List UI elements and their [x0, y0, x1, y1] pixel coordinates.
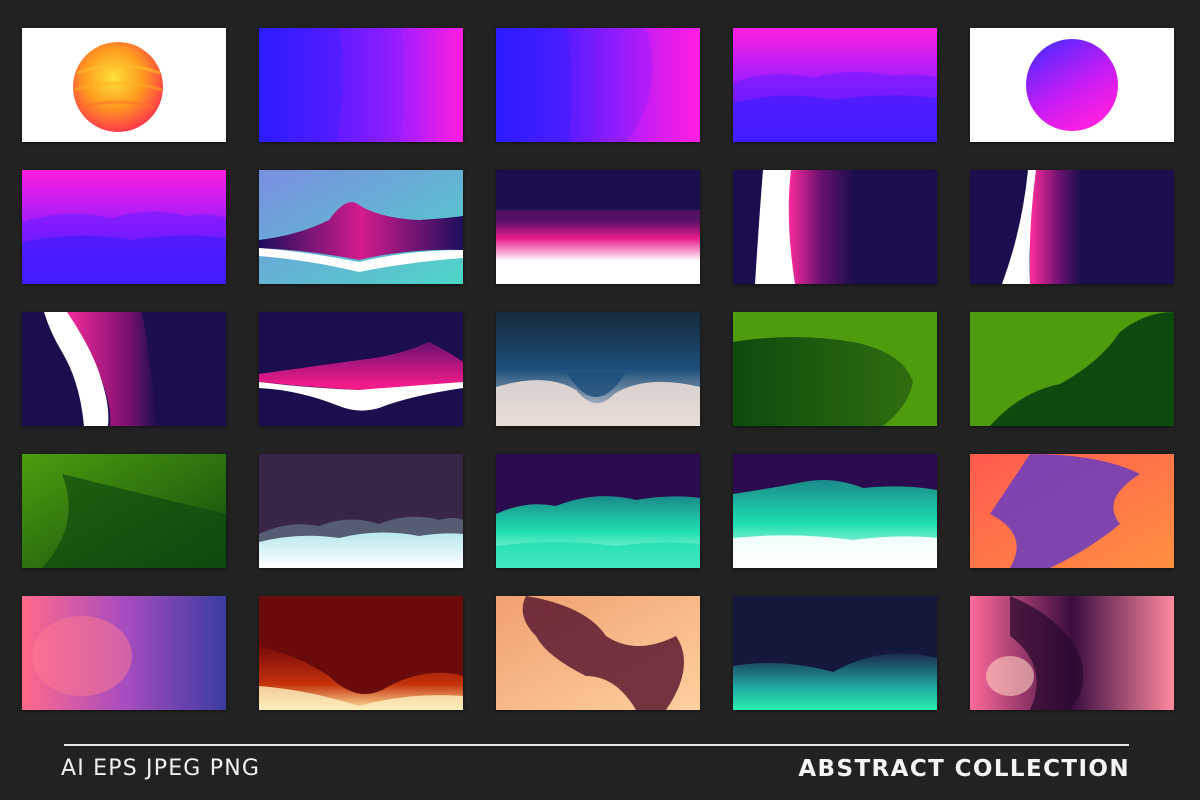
- thumbnail-131-02-image: [733, 454, 937, 568]
- thumbnail-121[interactable]: 121: [496, 28, 700, 142]
- thumbnail-131-02[interactable]: 131_02: [733, 454, 937, 568]
- thumbnail-131-01-image: [496, 454, 700, 568]
- thumbnail-grid: 119 120: [22, 28, 1174, 710]
- thumbnail-135-image: [496, 596, 700, 710]
- thumbnail-126-02-image: [733, 170, 937, 284]
- thumbnail-126-04-image: [22, 312, 226, 426]
- thumbnail-129-02-image: [970, 312, 1174, 426]
- thumbnail-136-image: [733, 596, 937, 710]
- thumbnail-129-03-image: [22, 454, 226, 568]
- thumbnail-132[interactable]: 132: [970, 454, 1174, 568]
- footer-divider: [64, 744, 1129, 746]
- thumbnail-119-image: [22, 28, 226, 142]
- thumbnail-126-04[interactable]: 126_04: [22, 312, 226, 426]
- thumbnail-126-03[interactable]: 126_03: [970, 170, 1174, 284]
- thumbnail-125-image: [259, 170, 463, 284]
- thumbnail-121-image: [496, 28, 700, 142]
- thumbnail-130[interactable]: 130: [259, 454, 463, 568]
- thumbnail-129-01[interactable]: 129_01: [733, 312, 937, 426]
- thumbnail-135[interactable]: 135: [496, 596, 700, 710]
- collection-title: ABSTRACT COLLECTION: [798, 756, 1130, 782]
- thumbnail-128-image: [496, 312, 700, 426]
- thumbnail-127-image: [259, 312, 463, 426]
- thumbnail-119[interactable]: 119: [22, 28, 226, 142]
- thumbnail-122-image: [733, 28, 937, 142]
- thumbnail-130-image: [259, 454, 463, 568]
- thumbnail-134[interactable]: 134: [259, 596, 463, 710]
- thumbnail-125[interactable]: 125: [259, 170, 463, 284]
- thumbnail-122[interactable]: 122: [733, 28, 937, 142]
- thumbnail-129-01-image: [733, 312, 937, 426]
- thumbnail-124[interactable]: 124: [22, 170, 226, 284]
- thumbnail-134-image: [259, 596, 463, 710]
- thumbnail-120-image: [259, 28, 463, 142]
- thumbnail-126-02[interactable]: 126_02: [733, 170, 937, 284]
- thumbnail-124-image: [22, 170, 226, 284]
- thumbnail-133[interactable]: 133: [22, 596, 226, 710]
- thumbnail-128[interactable]: 128: [496, 312, 700, 426]
- thumbnail-131-01[interactable]: 131_01: [496, 454, 700, 568]
- file-formats-label: AI EPS JPEG PNG: [61, 756, 261, 781]
- thumbnail-126-01[interactable]: 126_01: [496, 170, 700, 284]
- thumbnail-129-03[interactable]: 129_03: [22, 454, 226, 568]
- thumbnail-138[interactable]: 138: [970, 596, 1174, 710]
- thumbnail-123-image: [970, 28, 1174, 142]
- thumbnail-132-image: [970, 454, 1174, 568]
- thumbnail-129-02[interactable]: 129_02: [970, 312, 1174, 426]
- thumbnail-127[interactable]: 127: [259, 312, 463, 426]
- thumbnail-126-01-image: [496, 170, 700, 284]
- thumbnail-138-image: [970, 596, 1174, 710]
- thumbnail-133-image: [22, 596, 226, 710]
- thumbnail-136[interactable]: 136: [733, 596, 937, 710]
- thumbnail-123[interactable]: 123: [970, 28, 1174, 142]
- thumbnail-126-03-image: [970, 170, 1174, 284]
- thumbnail-120[interactable]: 120: [259, 28, 463, 142]
